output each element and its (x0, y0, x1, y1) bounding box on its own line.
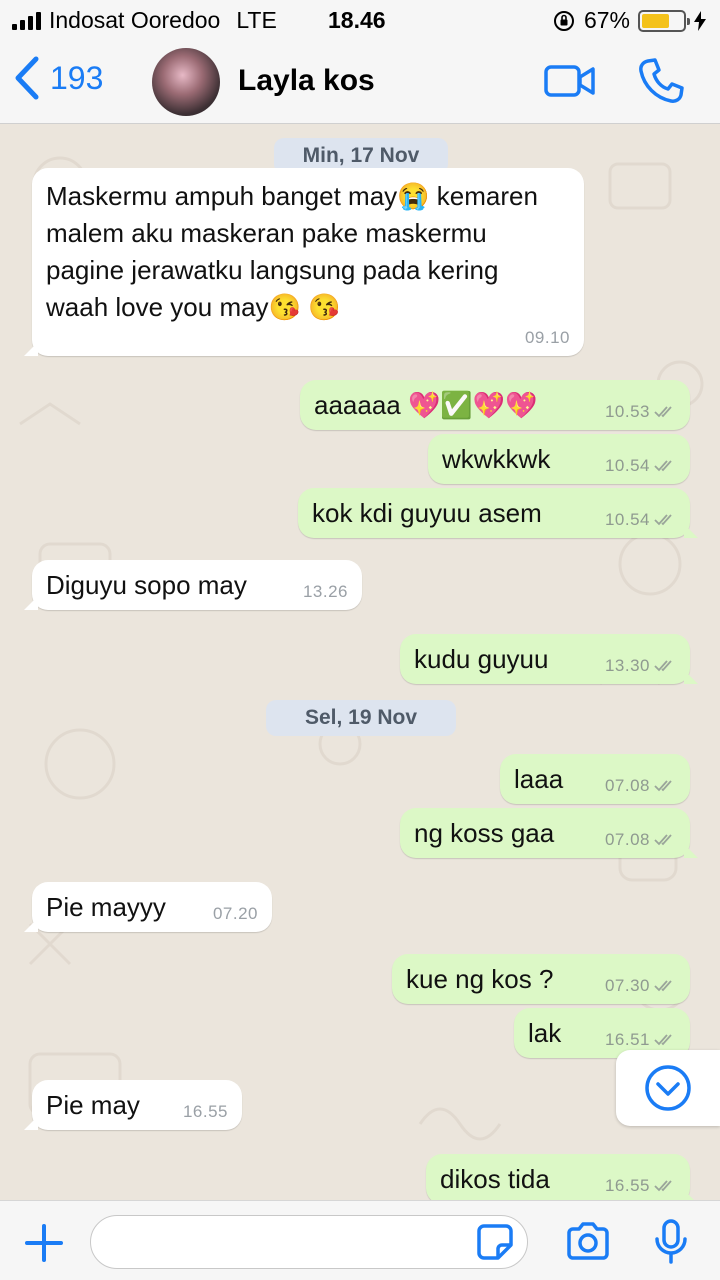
camera-button[interactable] (565, 1221, 611, 1266)
double-check-icon (654, 1180, 672, 1192)
orientation-lock-icon (553, 10, 574, 31)
message-outgoing[interactable]: laaa 07.08 (500, 754, 690, 804)
back-button[interactable]: 193 (14, 56, 103, 100)
message-input-bar (0, 1200, 720, 1280)
battery-status: 67% (552, 7, 706, 34)
status-time: 18.46 (328, 7, 386, 33)
message-incoming[interactable]: Pie mayyy 07.20 (24, 882, 272, 932)
microphone-icon (655, 1219, 687, 1264)
double-check-icon (654, 460, 672, 472)
double-check-icon (654, 780, 672, 792)
message-text: dikos tida (440, 1164, 550, 1194)
attach-button[interactable] (24, 1223, 64, 1268)
sticker-button[interactable] (476, 1223, 514, 1266)
double-check-icon (654, 1034, 672, 1046)
message-time: 16.55 (182, 1102, 228, 1121)
message-incoming[interactable]: Maskermu ampuh banget may😭 kemaren malem… (24, 168, 584, 356)
avatar[interactable] (152, 48, 220, 116)
message-outgoing[interactable]: wkwkkwk 10.54 (428, 434, 690, 484)
message-text: laaa (514, 764, 564, 794)
message-text: kudu guyuu (414, 644, 549, 674)
voice-call-button[interactable] (636, 56, 686, 111)
carrier-info: Indosat Ooredoo LTE (12, 7, 277, 34)
camera-icon (567, 1222, 609, 1260)
charging-icon (694, 10, 706, 31)
contact-name[interactable]: Layla kos (238, 64, 375, 98)
message-status: 10.54 (605, 456, 676, 476)
message-input[interactable] (90, 1215, 528, 1269)
message-text: wkwkkwk (442, 444, 551, 474)
signal-icon (12, 11, 41, 30)
message-status: 16.51 (605, 1030, 676, 1050)
message-text: Pie may (46, 1090, 140, 1120)
message-status: 07.30 (605, 976, 676, 996)
message-status: 10.53 (605, 402, 676, 422)
message-status: 07.08 (605, 830, 676, 850)
battery-icon (638, 9, 690, 32)
chevron-left-icon (15, 56, 39, 100)
message-status: 07.08 (605, 776, 676, 796)
battery-percent: 67% (583, 7, 630, 33)
double-check-icon (654, 406, 672, 418)
chat-area[interactable]: Min, 17 Nov Maskermu ampuh banget may😭 k… (0, 124, 720, 1200)
message-incoming[interactable]: Pie may 16.55 (24, 1080, 242, 1130)
message-status: 13.30 (605, 656, 676, 676)
sticker-icon (477, 1224, 513, 1260)
message-text: Maskermu ampuh banget may😭 kemaren malem… (46, 181, 538, 322)
message-text: ng koss gaa (414, 818, 555, 848)
message-incoming[interactable]: Diguyu sopo may 13.26 (24, 560, 362, 610)
message-time: 07.20 (212, 904, 258, 923)
carrier-label: Indosat Ooredoo (49, 7, 221, 33)
phone-call-icon (639, 58, 684, 103)
double-check-icon (654, 980, 672, 992)
message-text: lak (528, 1018, 562, 1048)
message-text: aaaaaa 💖✅💖💖 (314, 390, 538, 420)
chat-header: 193 Layla kos (0, 40, 720, 124)
message-text: kok kdi guyuu asem (312, 498, 542, 528)
message-text: Diguyu sopo may (46, 570, 247, 600)
network-label: LTE (236, 7, 277, 33)
message-time: 13.26 (302, 582, 348, 601)
date-separator: Sel, 19 Nov (266, 700, 456, 736)
double-check-icon (654, 834, 672, 846)
message-outgoing[interactable]: aaaaaa 💖✅💖💖 10.53 (300, 380, 690, 430)
double-check-icon (654, 660, 672, 672)
message-outgoing[interactable]: dikos tida 16.55 (426, 1154, 698, 1200)
message-status: 10.54 (605, 510, 676, 530)
double-check-icon (654, 514, 672, 526)
message-outgoing[interactable]: kudu guyuu 13.30 (400, 634, 698, 684)
message-time: 09.10 (524, 328, 570, 347)
message-status: 16.55 (605, 1176, 676, 1196)
message-outgoing[interactable]: kok kdi guyuu asem 10.54 (298, 488, 698, 538)
chevron-down-circle-icon (645, 1065, 691, 1111)
message-text: kue ng kos ? (406, 964, 554, 994)
video-call-button[interactable] (544, 64, 596, 103)
scroll-to-bottom-button[interactable] (616, 1050, 720, 1126)
unread-count: 193 (50, 59, 104, 96)
message-outgoing[interactable]: kue ng kos ? 07.30 (392, 954, 690, 1004)
plus-icon (25, 1224, 63, 1262)
status-bar: Indosat Ooredoo LTE 18.46 67% (0, 0, 720, 40)
video-call-icon (544, 65, 595, 97)
message-outgoing[interactable]: ng koss gaa 07.08 (400, 808, 698, 858)
microphone-button[interactable] (654, 1219, 688, 1270)
message-text: Pie mayyy (46, 892, 166, 922)
